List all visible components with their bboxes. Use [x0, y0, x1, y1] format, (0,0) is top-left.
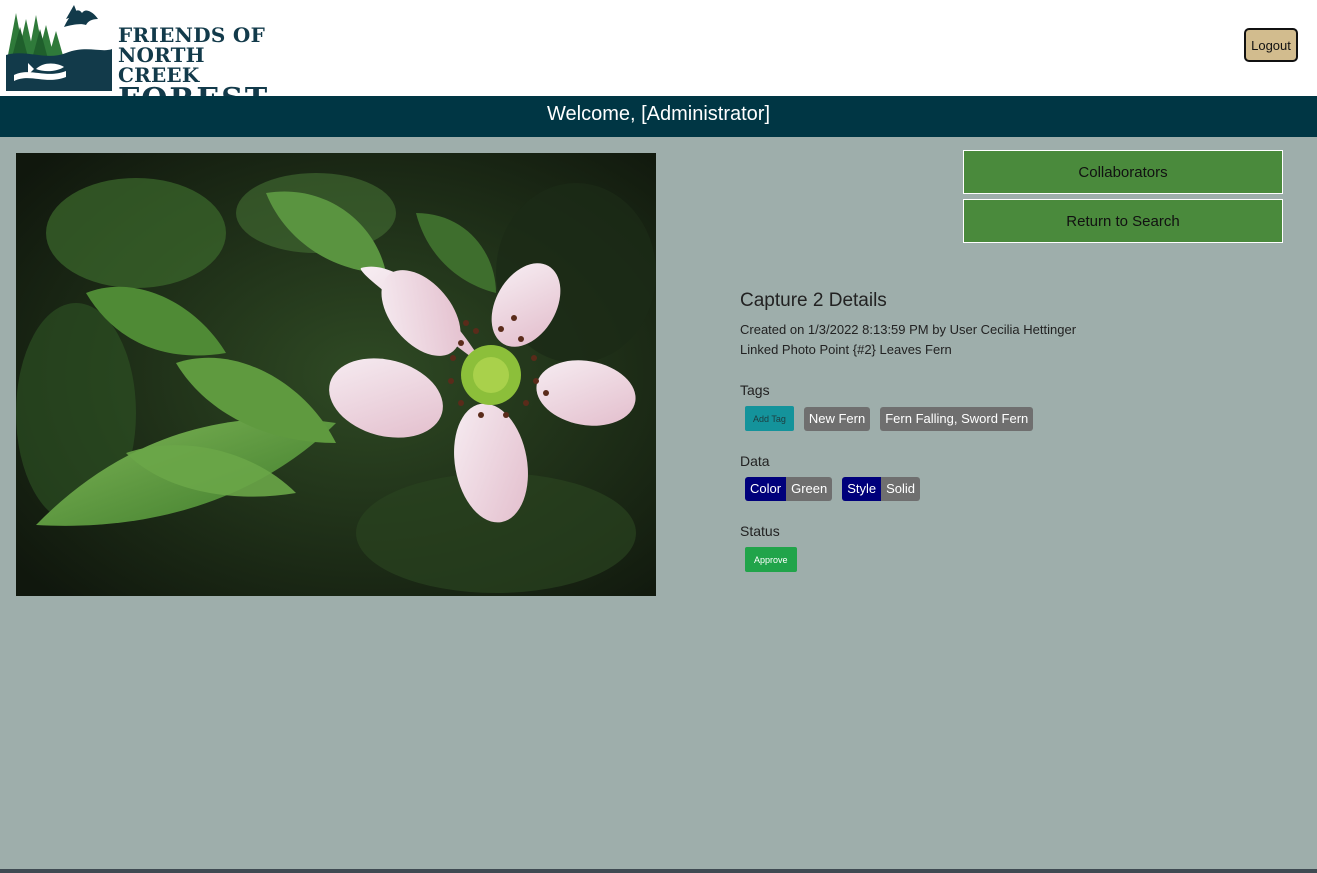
- tag-chip[interactable]: New Fern: [803, 406, 871, 431]
- flower-photo-image: [16, 153, 656, 596]
- details-title: Capture 2 Details: [740, 290, 887, 311]
- forest-logo-icon: [6, 5, 112, 91]
- status-label: Status: [740, 523, 780, 539]
- capture-details: Capture 2 Details Created on 1/3/2022 8:…: [740, 290, 1300, 572]
- logo-line-1: FRIENDS OF: [118, 23, 266, 47]
- add-tag-button[interactable]: Add Tag: [745, 406, 794, 431]
- welcome-text: Welcome, [Administrator]: [546, 103, 771, 125]
- site-logo[interactable]: FRIENDS OF NORTH CREEK FOREST: [6, 5, 267, 115]
- status-actions: Approve: [745, 547, 1300, 572]
- page-bottom-border: [0, 869, 1317, 873]
- linked-photo-point: Linked Photo Point {#2} Leaves Fern: [740, 342, 952, 357]
- logo-line-2: NORTH CREEK: [118, 43, 205, 87]
- data-key: Color: [745, 477, 787, 501]
- site-header: FRIENDS OF NORTH CREEK FOREST Logout: [0, 0, 1317, 115]
- welcome-banner: Welcome, [Administrator]: [0, 96, 1317, 137]
- created-info: Created on 1/3/2022 8:13:59 PM by User C…: [740, 322, 1077, 337]
- data-pair-style: Style Solid: [842, 477, 921, 501]
- collaborators-button[interactable]: Collaborators: [963, 150, 1283, 194]
- tag-chip[interactable]: Fern Falling, Sword Fern: [880, 406, 1034, 431]
- data-pair-color: Color Green: [745, 477, 833, 501]
- data-list: Color Green Style Solid: [745, 477, 1300, 501]
- data-label: Data: [740, 453, 770, 469]
- return-to-search-button[interactable]: Return to Search: [963, 199, 1283, 243]
- data-value: Green: [786, 477, 833, 501]
- logout-button[interactable]: Logout: [1244, 28, 1298, 62]
- approve-button[interactable]: Approve: [745, 547, 797, 572]
- tags-list: Add Tag New Fern Fern Falling, Sword Fer…: [745, 406, 1300, 431]
- tags-label: Tags: [740, 382, 770, 398]
- data-value: Solid: [881, 477, 921, 501]
- data-key: Style: [842, 477, 882, 501]
- capture-photo: [16, 153, 656, 596]
